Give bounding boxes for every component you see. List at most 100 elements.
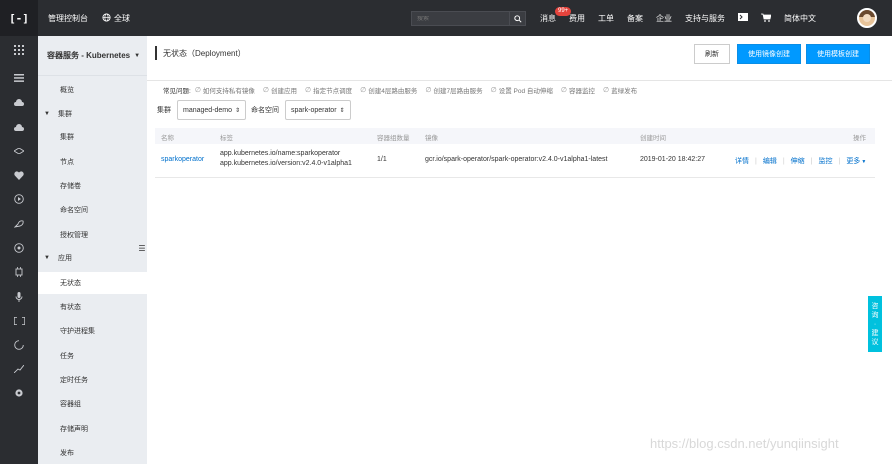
link-icon: ∅: [194, 87, 201, 94]
list-icon[interactable]: [13, 72, 25, 84]
cloud-solid-icon[interactable]: [13, 121, 25, 133]
faq-link[interactable]: ∅ 容器监控: [561, 85, 595, 95]
sidebar-item-label: 概览: [60, 87, 74, 94]
sidebar-item-nodes[interactable]: 节点: [38, 151, 147, 173]
sidebar-item-jobs[interactable]: 任务: [38, 345, 147, 367]
namespace-select[interactable]: spark-operator ⇕: [285, 100, 351, 120]
nav-enterprise[interactable]: 企业: [656, 13, 672, 24]
nav-tickets[interactable]: 工单: [598, 13, 614, 24]
feedback-tab-char: 询: [871, 311, 879, 319]
scale-link[interactable]: 伸缩: [791, 156, 805, 166]
link-icon: ∅: [360, 87, 367, 94]
terminal-icon[interactable]: [738, 13, 748, 23]
sidebar-group-cluster[interactable]: ▼ 集群: [38, 103, 147, 125]
user-avatar[interactable]: [857, 8, 877, 28]
faq-link[interactable]: ∅ 创建4层路由服务: [360, 85, 417, 95]
sidebar-item-volumes[interactable]: 存储卷: [38, 175, 147, 197]
sidebar-item-releases[interactable]: 发布: [38, 442, 147, 464]
sidebar-item-clusters[interactable]: 集群: [38, 126, 147, 148]
create-from-template-button[interactable]: 使用模板创建: [806, 44, 870, 64]
grid-icon[interactable]: [13, 44, 25, 56]
region-selector[interactable]: 全球: [102, 12, 130, 24]
settings-circle-icon[interactable]: [13, 242, 25, 254]
region-label: 全球: [114, 13, 130, 23]
search-icon[interactable]: [509, 12, 525, 25]
sidebar-item-label: 守护进程集: [60, 328, 95, 335]
sidebar-item-label: 存储卷: [60, 183, 81, 190]
sidebar-item-label: 命名空间: [60, 207, 88, 214]
compass-icon[interactable]: [13, 145, 25, 157]
nav-messages-label: 消息: [540, 13, 556, 23]
sidebar-item-cronjobs[interactable]: 定时任务: [38, 369, 147, 391]
nav-icp[interactable]: 备案: [627, 13, 643, 24]
cluster-select[interactable]: managed-demo ⇕: [177, 100, 247, 120]
feedback-tab-char: 咨: [871, 302, 879, 310]
deployment-name-link[interactable]: sparkoperator: [161, 156, 204, 163]
sidebar-item-daemonsets[interactable]: 守护进程集: [38, 320, 147, 342]
sidebar-header[interactable]: 容器服务 - Kubernetes ▼: [38, 36, 147, 76]
top-bar: [-] 管理控制台 全球 消息 99+ 费用 工单 备案 企业 支持与服务 简体…: [0, 0, 892, 36]
faq-link[interactable]: ∅ 指定节点调度: [305, 85, 352, 95]
console-link[interactable]: 管理控制台: [48, 13, 88, 24]
heart-icon[interactable]: [13, 169, 25, 181]
column-header-image: 镜像: [425, 135, 438, 142]
sidebar-item-pods[interactable]: 容器组: [38, 393, 147, 415]
sidebar-item-pvc[interactable]: 存储声明: [38, 418, 147, 440]
monitor-link[interactable]: 监控: [818, 156, 832, 166]
sidebar-item-deployments[interactable]: 无状态: [38, 272, 147, 294]
column-header-created: 创建时间: [640, 135, 666, 142]
faq-bar: 常见问题: ∅ 如何支持私有镜像 ∅ 创建应用 ∅ 指定节点调度 ∅ 创建4层路由服务 …: [163, 84, 645, 96]
faq-link[interactable]: ∅ 如何支持私有镜像: [195, 85, 255, 95]
search-input[interactable]: [412, 15, 509, 22]
feedback-tab[interactable]: 咨 询 · 建 议: [868, 296, 882, 352]
edit-link[interactable]: 编辑: [763, 156, 777, 166]
sidebar-group-apps[interactable]: ▼ 应用: [38, 247, 147, 269]
faq-link[interactable]: ∅ 创建7层路由服务: [425, 85, 482, 95]
sidebar-item-label: 任务: [60, 353, 74, 360]
gear-icon[interactable]: [13, 387, 25, 399]
nav-support[interactable]: 支持与服务: [685, 13, 725, 24]
bracket-icon[interactable]: [13, 315, 25, 327]
cart-icon[interactable]: [761, 13, 772, 24]
spinner-icon[interactable]: [13, 339, 25, 351]
more-dropdown[interactable]: 更多▼: [846, 156, 866, 166]
sidebar-item-namespaces[interactable]: 命名空间: [38, 199, 147, 221]
faq-link[interactable]: ∅ 设置 Pod 自动伸缩: [491, 85, 553, 95]
sidebar-item-label: 授权管理: [60, 232, 88, 239]
sidebar-item-label: 存储声明: [60, 426, 88, 433]
language-selector[interactable]: 简体中文: [784, 13, 816, 24]
create-from-image-button[interactable]: 使用镜像创建: [737, 44, 801, 64]
triangle-down-icon: ▼: [44, 255, 50, 261]
details-link[interactable]: 详情: [735, 156, 749, 166]
select-arrows-icon: ⇕: [235, 107, 241, 114]
sidebar-item-label: 无状态: [60, 280, 81, 287]
faq-link[interactable]: ∅ 蓝绿发布: [603, 85, 637, 95]
cloud-icon[interactable]: [13, 96, 25, 108]
sidebar-item-statefulsets[interactable]: 有状态: [38, 296, 147, 318]
nav-billing[interactable]: 费用: [569, 13, 585, 24]
cluster-filter-label: 集群: [157, 107, 171, 114]
chip-icon[interactable]: [13, 266, 25, 278]
aliyun-logo[interactable]: [-]: [0, 0, 38, 36]
cluster-filter: 集群 managed-demo ⇕: [157, 100, 247, 120]
menu-icon: ☰: [138, 243, 146, 253]
global-search: [411, 11, 526, 26]
refresh-button[interactable]: 刷新: [694, 44, 730, 64]
play-circle-icon[interactable]: [13, 193, 25, 205]
sidebar-item-authorization[interactable]: 授权管理: [38, 224, 147, 246]
product-icon-rail: [0, 36, 38, 464]
chart-line-icon[interactable]: [13, 363, 25, 375]
label-text: app.kubernetes.io/version:v2.4.0-v1alpha…: [220, 160, 352, 167]
nav-messages[interactable]: 消息 99+: [540, 6, 572, 24]
rocket-icon[interactable]: [13, 218, 25, 230]
page-title: 无状态（Deployment）: [155, 46, 246, 60]
deployments-table: 名称 标签 容器组数量 镜像 创建时间 操作 sparkoperator app…: [155, 128, 875, 178]
microphone-icon[interactable]: [13, 291, 25, 303]
pod-count: 1/1: [377, 156, 387, 163]
faq-link[interactable]: ∅ 创建应用: [263, 85, 297, 95]
sidebar-item-label: 集群: [60, 134, 74, 141]
sidebar-collapse-handle[interactable]: ☰: [137, 239, 147, 257]
namespace-filter-label: 命名空间: [251, 107, 279, 114]
link-icon: ∅: [305, 87, 312, 94]
sidebar-item-overview[interactable]: 概览: [38, 79, 147, 101]
